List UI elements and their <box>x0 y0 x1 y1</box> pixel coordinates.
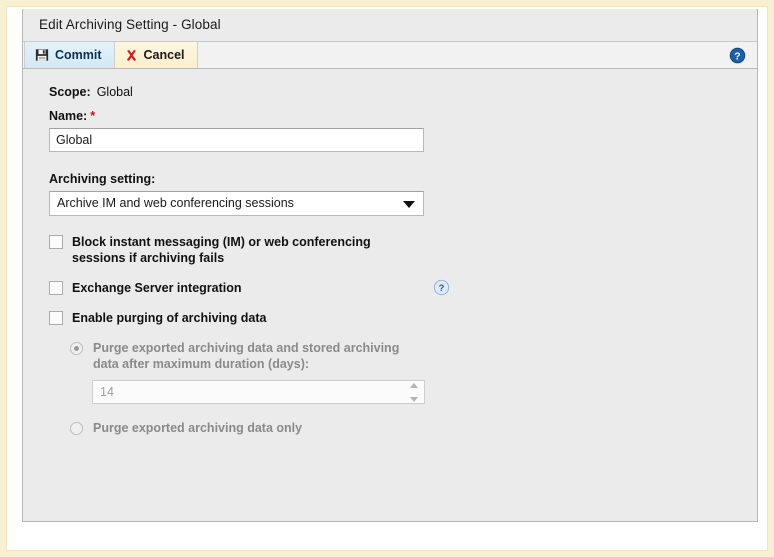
radio-row-purge-exported-and-stored[interactable]: Purge exported archiving data and stored… <box>70 340 757 372</box>
frame-inner: Edit Archiving Setting - Global <box>6 6 768 551</box>
name-input[interactable] <box>49 128 424 152</box>
required-asterisk: * <box>90 109 95 123</box>
radio-label-purge-exported-only: Purge exported archiving data only <box>93 420 302 436</box>
close-x-icon <box>125 49 138 62</box>
archiving-setting-label: Archiving setting: <box>49 172 757 186</box>
radio-row-purge-exported-only[interactable]: Purge exported archiving data only <box>70 420 757 436</box>
name-input-wrap <box>49 128 757 152</box>
commit-button-label: Commit <box>55 49 102 62</box>
commit-button[interactable]: Commit <box>24 42 115 68</box>
checkbox-label-block-archiving-fails: Block instant messaging (IM) or web conf… <box>72 234 417 266</box>
toolbar: Commit Cancel ? <box>23 41 757 69</box>
scope-row: Scope: Global <box>49 85 757 99</box>
svg-text:?: ? <box>734 52 740 63</box>
checkbox-row-enable-purging[interactable]: Enable purging of archiving data <box>49 310 757 326</box>
scope-value: Global <box>97 85 133 99</box>
stepper-up-icon[interactable] <box>410 383 418 388</box>
svg-text:?: ? <box>439 283 445 294</box>
archiving-setting-selected-value: Archive IM and web conferencing sessions <box>50 196 294 210</box>
toolbar-spacer <box>198 42 757 68</box>
duration-days-stepper[interactable]: 14 <box>92 380 425 404</box>
stepper-down-icon[interactable] <box>410 397 418 402</box>
radio-purge-exported-and-stored[interactable] <box>70 342 83 355</box>
cancel-button[interactable]: Cancel <box>115 42 198 68</box>
checkbox-label-exchange-server-integration: Exchange Server integration <box>72 280 242 296</box>
outer-frame: Edit Archiving Setting - Global <box>0 0 774 557</box>
edit-archiving-setting-dialog: Edit Archiving Setting - Global <box>22 9 758 522</box>
radio-label-purge-exported-and-stored: Purge exported archiving data and stored… <box>93 340 423 372</box>
checkbox-row-block-archiving-fails[interactable]: Block instant messaging (IM) or web conf… <box>49 234 757 266</box>
checkbox-row-exchange-server-integration[interactable]: Exchange Server integration ? <box>49 280 757 296</box>
page-title: Edit Archiving Setting - Global <box>39 17 221 32</box>
help-icon[interactable]: ? <box>728 46 747 65</box>
form-area: Scope: Global Name:* Archiving setting: A… <box>23 69 757 521</box>
archiving-setting-select[interactable]: Archive IM and web conferencing sessions <box>49 191 424 216</box>
cancel-button-label: Cancel <box>144 49 185 62</box>
title-bar: Edit Archiving Setting - Global <box>23 9 757 39</box>
name-label-text: Name: <box>49 109 87 123</box>
checkbox-enable-purging[interactable] <box>49 311 63 325</box>
stepper-arrows[interactable] <box>407 383 420 402</box>
purge-options-group: Purge exported archiving data and stored… <box>49 340 757 436</box>
checkbox-label-enable-purging: Enable purging of archiving data <box>72 310 266 326</box>
radio-purge-exported-only[interactable] <box>70 422 83 435</box>
checkbox-exchange-server-integration[interactable] <box>49 281 63 295</box>
name-label: Name:* <box>49 109 757 123</box>
duration-days-value: 14 <box>93 385 114 399</box>
chevron-down-icon[interactable] <box>403 201 415 208</box>
help-icon-exchange-server-integration[interactable]: ? <box>433 279 450 296</box>
scope-label: Scope: <box>49 85 91 99</box>
save-icon <box>35 48 49 62</box>
checkbox-block-archiving-fails[interactable] <box>49 235 63 249</box>
